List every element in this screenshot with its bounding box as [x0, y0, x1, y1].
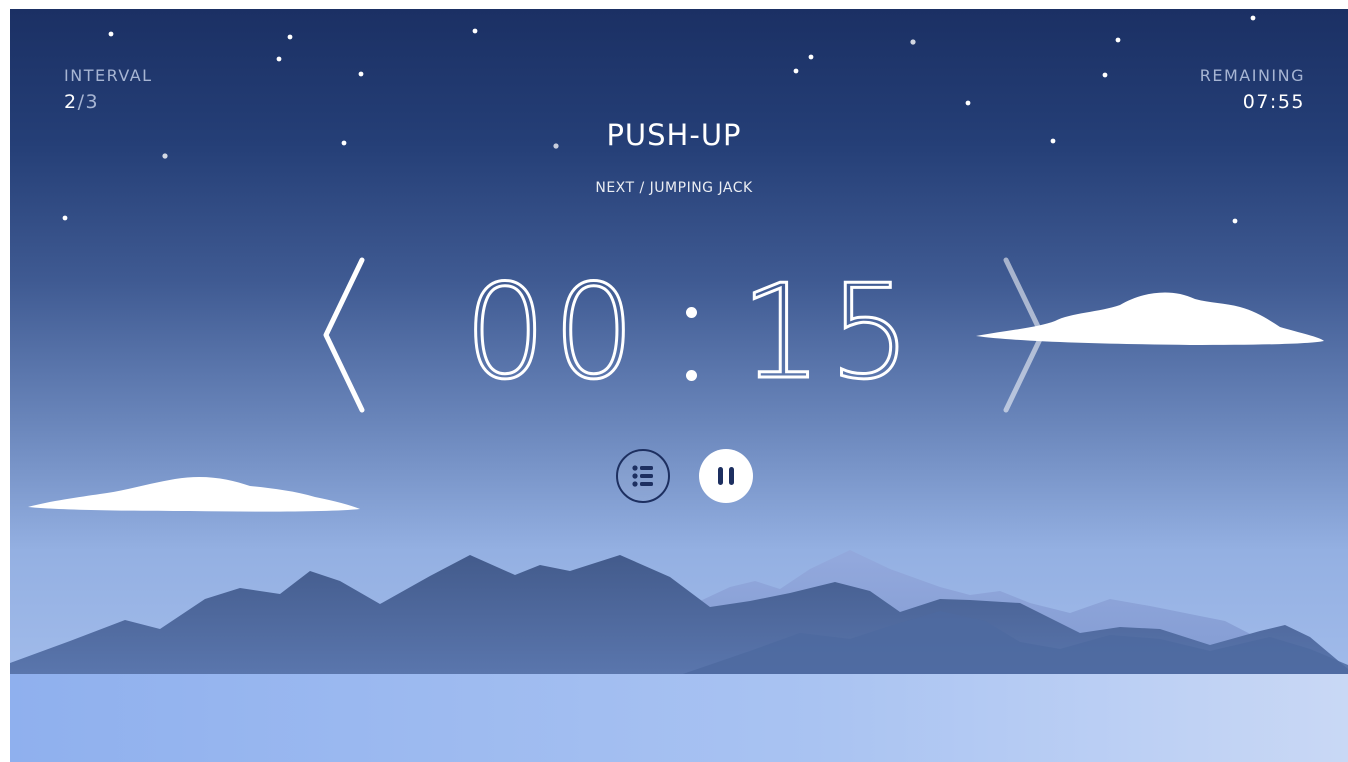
chevron-right-icon	[1003, 257, 1045, 413]
lake	[10, 674, 1348, 762]
current-exercise-title: PUSH-UP	[606, 118, 742, 152]
timer-colon-bottom	[686, 370, 697, 381]
next-button[interactable]	[998, 256, 1048, 421]
interval-total: /3	[77, 91, 100, 113]
pause-button[interactable]	[699, 449, 753, 503]
exercise-list-button[interactable]	[616, 449, 670, 503]
timer-minutes: 00	[462, 256, 642, 408]
interval-label: INTERVAL	[64, 66, 153, 85]
remaining-time: 07:55	[1242, 91, 1305, 113]
pause-icon	[718, 467, 734, 485]
interval-counter: 2/3	[64, 91, 99, 113]
next-exercise-label: NEXT / JUMPING JACK	[595, 180, 753, 196]
previous-button[interactable]	[318, 256, 368, 421]
timer-colon-top	[686, 307, 697, 318]
timer-seconds: 15	[738, 256, 918, 408]
remaining-label: REMAINING	[1199, 66, 1305, 85]
list-icon	[632, 465, 653, 487]
interval-current: 2	[64, 91, 78, 113]
chevron-left-icon	[323, 257, 365, 413]
cloud-left	[28, 476, 360, 512]
